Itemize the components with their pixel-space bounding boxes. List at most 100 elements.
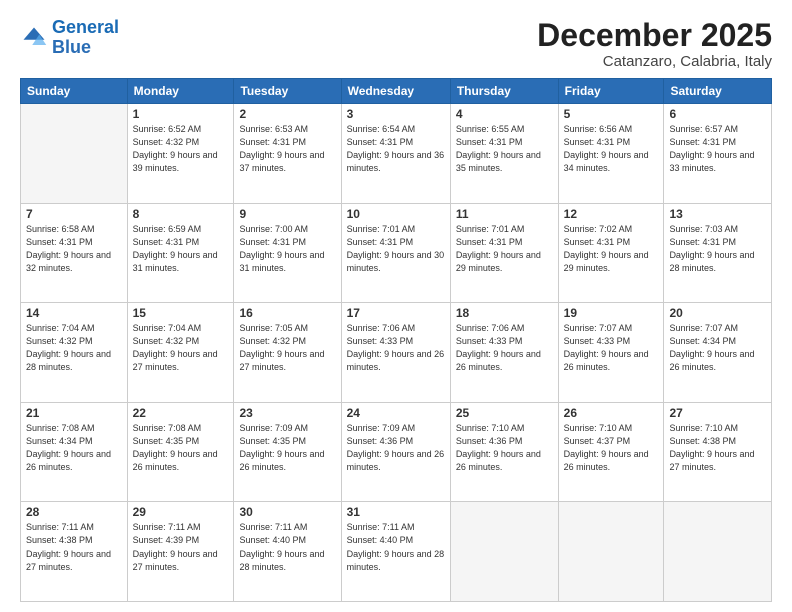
day-number: 31 [347,505,445,519]
day-info: Sunrise: 7:06 AMSunset: 4:33 PMDaylight:… [456,322,553,374]
day-info: Sunrise: 7:11 AMSunset: 4:40 PMDaylight:… [239,521,335,573]
day-number: 14 [26,306,122,320]
day-cell: 2 Sunrise: 6:53 AMSunset: 4:31 PMDaylight… [234,104,341,204]
day-cell: 24 Sunrise: 7:09 AMSunset: 4:36 PMDayligh… [341,402,450,502]
day-cell: 11 Sunrise: 7:01 AMSunset: 4:31 PMDayligh… [450,203,558,303]
day-info: Sunrise: 7:11 AMSunset: 4:40 PMDaylight:… [347,521,445,573]
day-cell: 16 Sunrise: 7:05 AMSunset: 4:32 PMDayligh… [234,303,341,403]
day-info: Sunrise: 7:05 AMSunset: 4:32 PMDaylight:… [239,322,335,374]
day-info: Sunrise: 7:07 AMSunset: 4:33 PMDaylight:… [564,322,659,374]
day-info: Sunrise: 7:03 AMSunset: 4:31 PMDaylight:… [669,223,766,275]
day-info: Sunrise: 7:01 AMSunset: 4:31 PMDaylight:… [456,223,553,275]
week-row-2: 14 Sunrise: 7:04 AMSunset: 4:32 PMDayligh… [21,303,772,403]
header-saturday: Saturday [664,79,772,104]
week-row-0: 1Sunrise: 6:52 AMSunset: 4:32 PMDaylight… [21,104,772,204]
day-number: 8 [133,207,229,221]
day-number: 7 [26,207,122,221]
day-number: 30 [239,505,335,519]
month-title: December 2025 [537,18,772,53]
day-cell: 3Sunrise: 6:54 AMSunset: 4:31 PMDaylight… [341,104,450,204]
day-number: 5 [564,107,659,121]
day-cell: 1Sunrise: 6:52 AMSunset: 4:32 PMDaylight… [127,104,234,204]
day-info: Sunrise: 7:04 AMSunset: 4:32 PMDaylight:… [133,322,229,374]
week-row-1: 7 Sunrise: 6:58 AMSunset: 4:31 PMDaylight… [21,203,772,303]
day-cell: 13 Sunrise: 7:03 AMSunset: 4:31 PMDayligh… [664,203,772,303]
day-info: Sunrise: 6:58 AMSunset: 4:31 PMDaylight:… [26,223,122,275]
day-cell: 8 Sunrise: 6:59 AMSunset: 4:31 PMDaylight… [127,203,234,303]
day-number: 10 [347,207,445,221]
day-cell: 17 Sunrise: 7:06 AMSunset: 4:33 PMDayligh… [341,303,450,403]
day-number: 3 [347,107,445,121]
weekday-header-row: Sunday Monday Tuesday Wednesday Thursday… [21,79,772,104]
day-cell [664,502,772,602]
day-cell: 15Sunrise: 7:04 AMSunset: 4:32 PMDayligh… [127,303,234,403]
week-row-4: 28 Sunrise: 7:11 AMSunset: 4:38 PMDayligh… [21,502,772,602]
day-number: 18 [456,306,553,320]
day-cell [21,104,128,204]
day-number: 23 [239,406,335,420]
top-section: General Blue December 2025 Catanzaro, Ca… [20,18,772,70]
day-number: 12 [564,207,659,221]
header-wednesday: Wednesday [341,79,450,104]
day-info: Sunrise: 7:04 AMSunset: 4:32 PMDaylight:… [26,322,122,374]
day-number: 13 [669,207,766,221]
day-cell: 4 Sunrise: 6:55 AMSunset: 4:31 PMDaylight… [450,104,558,204]
day-info: Sunrise: 7:11 AMSunset: 4:38 PMDaylight:… [26,521,122,573]
day-cell: 12 Sunrise: 7:02 AMSunset: 4:31 PMDayligh… [558,203,664,303]
day-number: 21 [26,406,122,420]
day-number: 17 [347,306,445,320]
day-info: Sunrise: 6:55 AMSunset: 4:31 PMDaylight:… [456,123,553,175]
day-number: 2 [239,107,335,121]
day-number: 26 [564,406,659,420]
day-cell: 27Sunrise: 7:10 AMSunset: 4:38 PMDayligh… [664,402,772,502]
day-cell: 7 Sunrise: 6:58 AMSunset: 4:31 PMDaylight… [21,203,128,303]
title-section: December 2025 Catanzaro, Calabria, Italy [537,18,772,70]
day-cell: 19Sunrise: 7:07 AMSunset: 4:33 PMDayligh… [558,303,664,403]
day-cell: 23 Sunrise: 7:09 AMSunset: 4:35 PMDayligh… [234,402,341,502]
day-number: 20 [669,306,766,320]
day-number: 29 [133,505,229,519]
day-info: Sunrise: 7:00 AMSunset: 4:31 PMDaylight:… [239,223,335,275]
header-sunday: Sunday [21,79,128,104]
day-info: Sunrise: 6:53 AMSunset: 4:31 PMDaylight:… [239,123,335,175]
day-number: 25 [456,406,553,420]
page: General Blue December 2025 Catanzaro, Ca… [0,0,792,612]
day-cell: 10 Sunrise: 7:01 AMSunset: 4:31 PMDayligh… [341,203,450,303]
day-info: Sunrise: 7:11 AMSunset: 4:39 PMDaylight:… [133,521,229,573]
header-monday: Monday [127,79,234,104]
day-info: Sunrise: 6:59 AMSunset: 4:31 PMDaylight:… [133,223,229,275]
day-cell: 28 Sunrise: 7:11 AMSunset: 4:38 PMDayligh… [21,502,128,602]
day-info: Sunrise: 7:10 AMSunset: 4:36 PMDaylight:… [456,422,553,474]
week-row-3: 21Sunrise: 7:08 AMSunset: 4:34 PMDayligh… [21,402,772,502]
location: Catanzaro, Calabria, Italy [537,53,772,70]
day-info: Sunrise: 7:01 AMSunset: 4:31 PMDaylight:… [347,223,445,275]
logo-text: General Blue [52,18,119,58]
day-cell [450,502,558,602]
day-info: Sunrise: 7:09 AMSunset: 4:36 PMDaylight:… [347,422,445,474]
day-cell: 25 Sunrise: 7:10 AMSunset: 4:36 PMDayligh… [450,402,558,502]
day-info: Sunrise: 7:02 AMSunset: 4:31 PMDaylight:… [564,223,659,275]
logo-icon [20,24,48,52]
day-info: Sunrise: 7:10 AMSunset: 4:37 PMDaylight:… [564,422,659,474]
day-cell: 20Sunrise: 7:07 AMSunset: 4:34 PMDayligh… [664,303,772,403]
day-number: 9 [239,207,335,221]
calendar-table: Sunday Monday Tuesday Wednesday Thursday… [20,78,772,602]
day-info: Sunrise: 6:56 AMSunset: 4:31 PMDaylight:… [564,123,659,175]
day-number: 4 [456,107,553,121]
calendar-body: 1Sunrise: 6:52 AMSunset: 4:32 PMDaylight… [21,104,772,602]
header-thursday: Thursday [450,79,558,104]
day-cell: 22Sunrise: 7:08 AMSunset: 4:35 PMDayligh… [127,402,234,502]
day-number: 16 [239,306,335,320]
day-info: Sunrise: 7:10 AMSunset: 4:38 PMDaylight:… [669,422,766,474]
day-cell [558,502,664,602]
day-cell: 31 Sunrise: 7:11 AMSunset: 4:40 PMDayligh… [341,502,450,602]
day-number: 28 [26,505,122,519]
day-cell: 30 Sunrise: 7:11 AMSunset: 4:40 PMDayligh… [234,502,341,602]
day-info: Sunrise: 7:09 AMSunset: 4:35 PMDaylight:… [239,422,335,474]
header-friday: Friday [558,79,664,104]
day-number: 11 [456,207,553,221]
day-number: 24 [347,406,445,420]
day-cell: 5 Sunrise: 6:56 AMSunset: 4:31 PMDaylight… [558,104,664,204]
day-cell: 9 Sunrise: 7:00 AMSunset: 4:31 PMDaylight… [234,203,341,303]
day-info: Sunrise: 7:06 AMSunset: 4:33 PMDaylight:… [347,322,445,374]
